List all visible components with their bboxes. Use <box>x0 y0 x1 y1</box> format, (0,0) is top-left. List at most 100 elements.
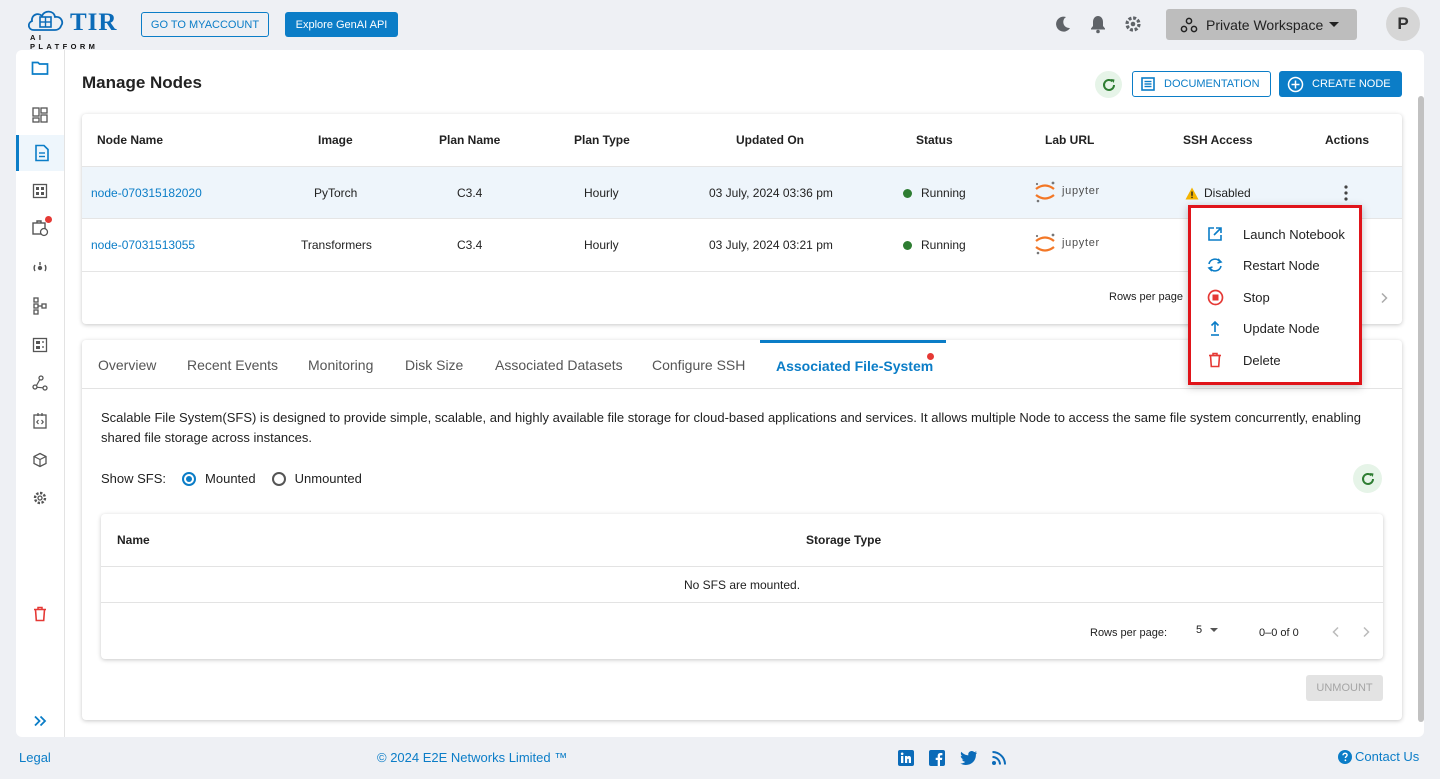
tab-overview[interactable]: Overview <box>98 357 156 373</box>
menu-item-delete[interactable]: Delete <box>1191 345 1359 375</box>
sidebar-integrations-icon[interactable] <box>16 365 64 401</box>
show-sfs-filter: Show SFS: Mounted Unmounted <box>101 471 362 486</box>
next-page-chevron-icon[interactable] <box>1362 626 1370 638</box>
tab-disk-size[interactable]: Disk Size <box>405 357 463 373</box>
documentation-button[interactable]: DOCUMENTATION <box>1132 71 1271 97</box>
sidebar-projects-folder-icon[interactable] <box>16 50 64 86</box>
node-updated-on: 03 July, 2024 03:36 pm <box>709 186 833 200</box>
node-name-link[interactable]: node-070315182020 <box>91 186 202 200</box>
column-header-node-name[interactable]: Node Name <box>97 133 163 147</box>
user-avatar[interactable]: P <box>1386 7 1420 41</box>
rows-per-page-select[interactable]: 5 <box>1196 624 1219 636</box>
go-to-myaccount-button[interactable]: GO TO MYACCOUNT <box>141 12 269 37</box>
logo-subtitle: AI PLATFORM <box>30 33 99 51</box>
create-node-label: CREATE NODE <box>1312 78 1391 90</box>
node-actions-menu: Launch Notebook Restart Node Stop Update… <box>1188 205 1362 385</box>
tab-associated-datasets[interactable]: Associated Datasets <box>495 357 623 373</box>
refresh-nodes-button[interactable] <box>1095 71 1122 98</box>
refresh-sfs-button[interactable] <box>1353 464 1382 493</box>
trash-icon <box>1206 351 1224 369</box>
twitter-icon[interactable] <box>960 750 978 766</box>
column-header-plan-name[interactable]: Plan Name <box>439 133 500 147</box>
sidebar-settings-gear-icon[interactable] <box>16 480 64 516</box>
pagination-range: 0–0 of 0 <box>1259 627 1299 639</box>
sidebar-trash-icon[interactable] <box>16 596 64 632</box>
sidebar-expand-chevrons-icon[interactable] <box>16 703 64 739</box>
node-updated-on: 03 July, 2024 03:21 pm <box>709 238 833 252</box>
page-scrollbar[interactable] <box>1418 96 1424 722</box>
sidebar-datasets-icon[interactable] <box>16 327 64 363</box>
sidebar-dashboard-icon[interactable] <box>16 97 64 133</box>
menu-item-stop[interactable]: Stop <box>1191 282 1359 312</box>
add-circle-icon <box>1287 76 1304 92</box>
tab-monitoring[interactable]: Monitoring <box>308 357 373 373</box>
menu-item-label: Launch Notebook <box>1243 226 1345 242</box>
column-header-image[interactable]: Image <box>318 133 353 147</box>
linkedin-icon[interactable] <box>898 750 914 766</box>
tab-configure-ssh[interactable]: Configure SSH <box>652 357 745 373</box>
sidebar-pipelines-icon[interactable] <box>16 288 64 324</box>
menu-item-launch-notebook[interactable]: Launch Notebook <box>1191 219 1359 249</box>
tab-recent-events[interactable]: Recent Events <box>187 357 278 373</box>
sidebar <box>16 50 65 737</box>
column-header-plan-type[interactable]: Plan Type <box>574 133 630 147</box>
workspace-selector[interactable]: Private Workspace <box>1166 9 1357 40</box>
create-node-button[interactable]: CREATE NODE <box>1279 71 1402 97</box>
node-status: Running <box>903 186 966 200</box>
menu-item-restart-node[interactable]: Restart Node <box>1191 250 1359 280</box>
show-sfs-label: Show SFS: <box>101 471 167 486</box>
rss-feed-icon[interactable] <box>991 750 1007 766</box>
chevron-down-icon <box>1329 22 1339 27</box>
notification-dot <box>927 353 934 360</box>
node-status-label: Running <box>921 186 966 200</box>
next-page-chevron-icon[interactable] <box>1380 292 1388 304</box>
menu-item-update-node[interactable]: Update Node <box>1191 313 1359 343</box>
more-actions-icon[interactable] <box>1340 184 1352 202</box>
facebook-icon[interactable] <box>929 750 945 766</box>
copyright-text: © 2024 E2E Networks Limited ™ <box>377 750 568 765</box>
node-plan: C3.4 <box>457 238 483 252</box>
sidebar-model-repository-icon[interactable] <box>16 442 64 478</box>
prev-page-chevron-icon[interactable] <box>1332 626 1340 638</box>
rows-per-page-label: Rows per page: <box>1090 627 1168 639</box>
node-plan-type: Hourly <box>584 186 619 200</box>
node-name-link[interactable]: node-07031513055 <box>91 238 195 252</box>
running-status-dot <box>903 241 912 250</box>
jupyter-link[interactable]: jupyter <box>1034 232 1106 256</box>
ssh-access: Disabled <box>1185 186 1251 200</box>
column-header-updated-on[interactable]: Updated On <box>736 133 804 147</box>
unmount-button[interactable]: UNMOUNT <box>1306 675 1383 701</box>
mounted-label[interactable]: Mounted <box>205 471 256 486</box>
notifications-bell-icon[interactable] <box>1088 14 1108 34</box>
sfs-table: Name Storage Type No SFS are mounted. Ro… <box>101 514 1383 659</box>
unmounted-radio[interactable] <box>271 471 286 486</box>
unmounted-label[interactable]: Unmounted <box>295 471 362 486</box>
restart-icon <box>1206 256 1224 274</box>
sidebar-scheduled-jobs-icon[interactable] <box>16 210 64 246</box>
sidebar-calculator-icon[interactable] <box>16 173 64 209</box>
contact-us-link[interactable]: Contact Us <box>1338 749 1419 764</box>
column-header-ssh-access[interactable]: SSH Access <box>1183 133 1253 147</box>
legal-link[interactable]: Legal <box>19 750 51 765</box>
documentation-label: DOCUMENTATION <box>1164 78 1260 90</box>
sidebar-api-icon[interactable] <box>16 403 64 439</box>
mounted-radio[interactable] <box>182 471 197 486</box>
menu-item-label: Update Node <box>1243 320 1320 336</box>
tab-associated-file-system[interactable]: Associated File-System <box>776 358 933 374</box>
explore-genai-button[interactable]: Explore GenAI API <box>285 12 398 37</box>
column-header-status[interactable]: Status <box>916 133 953 147</box>
jupyter-link[interactable]: jupyter <box>1034 180 1106 204</box>
sidebar-inference-icon[interactable] <box>16 250 64 286</box>
column-header-storage-type[interactable]: Storage Type <box>806 533 881 547</box>
column-header-lab-url[interactable]: Lab URL <box>1045 133 1094 147</box>
page-title: Manage Nodes <box>82 73 202 92</box>
sfs-description: Scalable File System(SFS) is designed to… <box>101 410 1361 445</box>
menu-item-label: Stop <box>1243 289 1270 305</box>
settings-gear-icon[interactable] <box>1123 14 1143 34</box>
dark-mode-icon[interactable] <box>1053 14 1073 34</box>
sidebar-nodes-icon[interactable] <box>16 135 64 171</box>
tir-logo[interactable]: TIR AI PLATFORM <box>26 8 118 51</box>
jupyter-label: jupyter <box>1062 237 1100 249</box>
column-header-name[interactable]: Name <box>117 533 150 547</box>
footer: Legal © 2024 E2E Networks Limited ™ Cont… <box>0 740 1440 779</box>
